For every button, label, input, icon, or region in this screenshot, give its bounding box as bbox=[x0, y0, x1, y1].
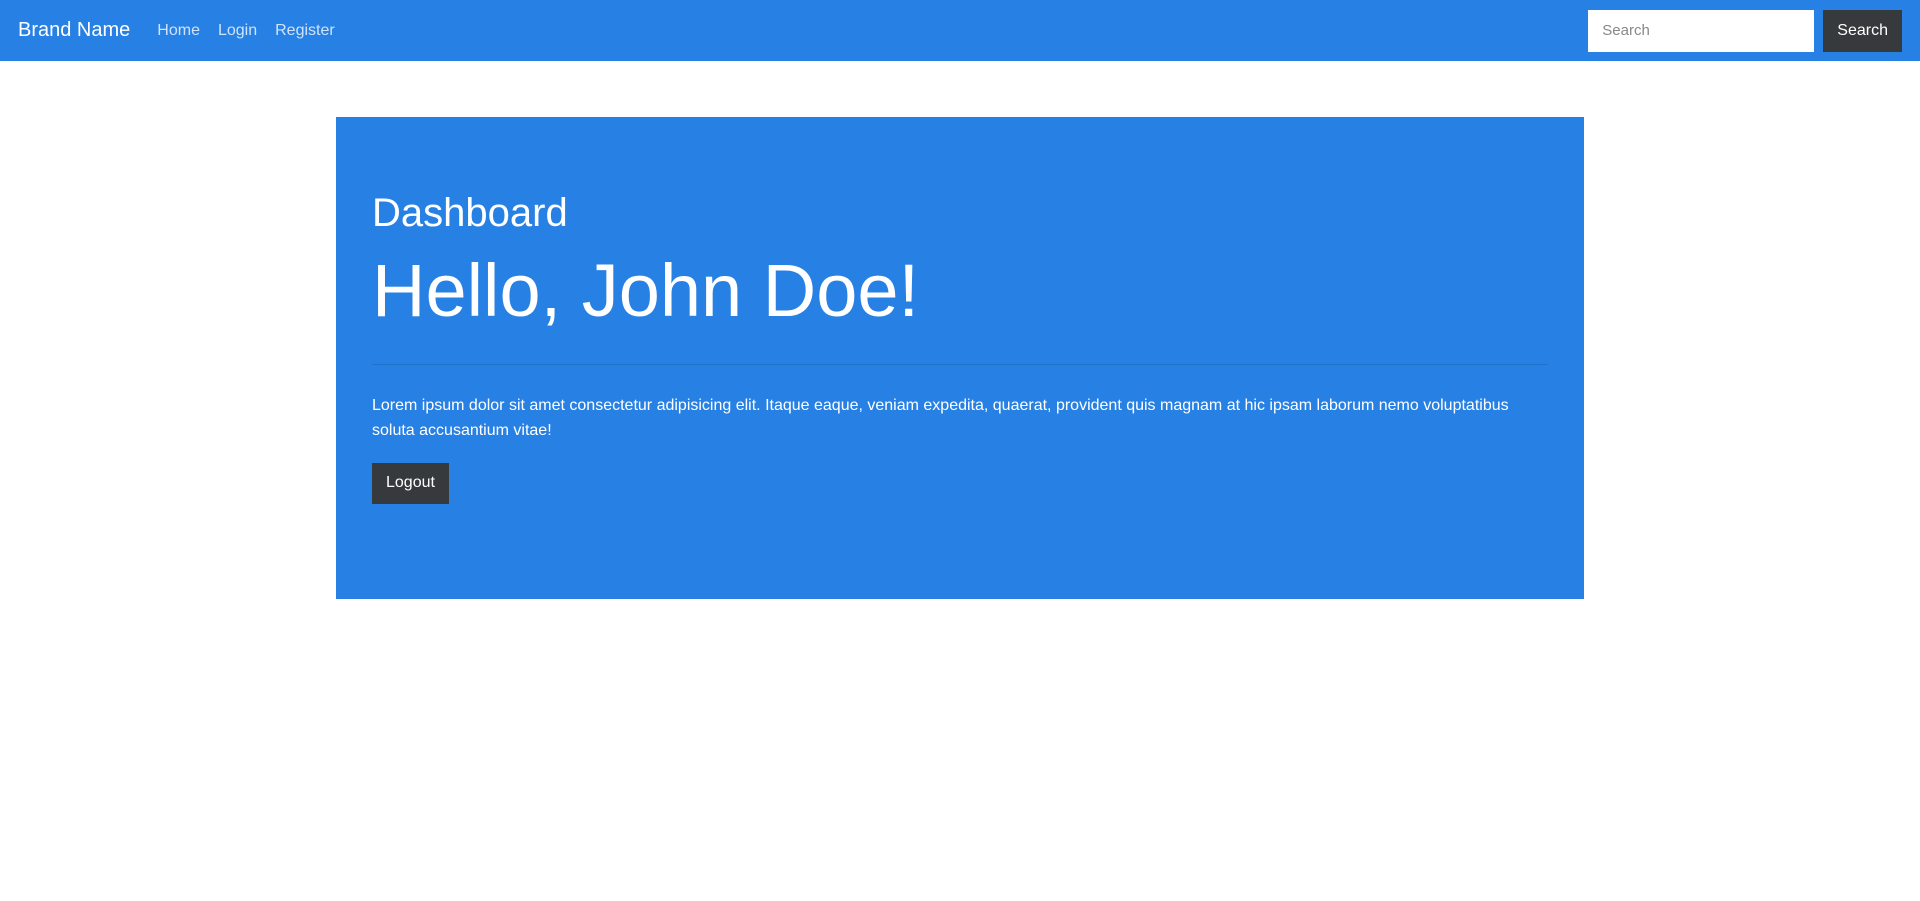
section-label: Dashboard bbox=[372, 191, 568, 235]
search-button[interactable]: Search bbox=[1823, 9, 1902, 52]
greeting-heading: Hello, John Doe! bbox=[372, 249, 920, 332]
brand-link[interactable]: Brand Name bbox=[18, 19, 130, 42]
dashboard-jumbotron: Dashboard Hello, John Doe! Lorem ipsum d… bbox=[336, 117, 1584, 599]
nav-link-register[interactable]: Register bbox=[275, 22, 335, 40]
nav-link-login[interactable]: Login bbox=[218, 22, 257, 40]
divider bbox=[372, 363, 1548, 365]
logout-button[interactable]: Logout bbox=[372, 462, 449, 504]
nav-link-home[interactable]: Home bbox=[157, 22, 200, 40]
body-text: Lorem ipsum dolor sit amet consectetur a… bbox=[372, 396, 1509, 439]
search-input[interactable] bbox=[1588, 9, 1815, 52]
navbar: Brand Name Home Login Register Search bbox=[0, 0, 1920, 61]
